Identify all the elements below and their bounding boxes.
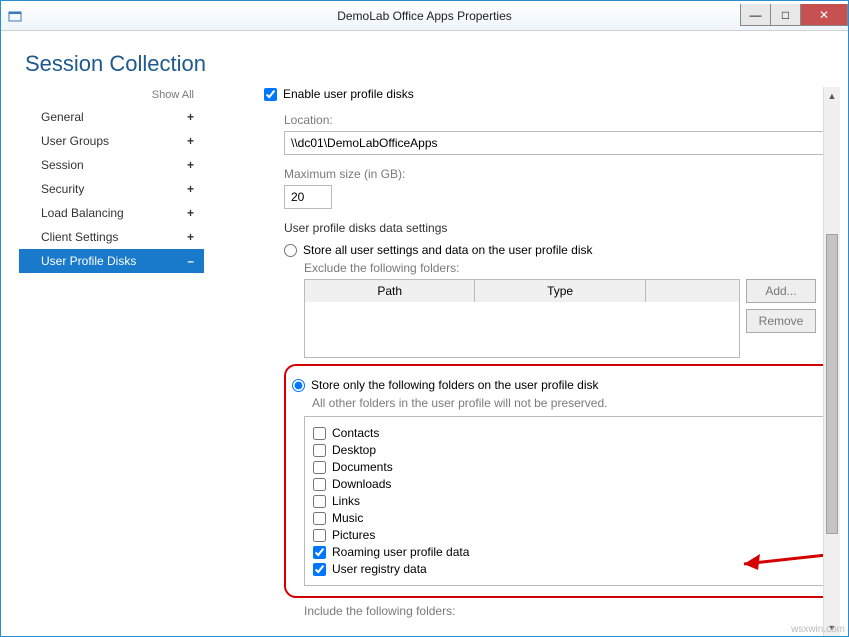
enable-profile-disks-checkbox[interactable] [264,88,277,101]
folder-label[interactable]: Contacts [332,426,379,440]
folder-row: Roaming user profile data [313,545,825,559]
folder-row: Links [313,494,825,508]
col-type[interactable]: Type [475,280,645,302]
folder-row: Music [313,511,825,525]
folder-checkbox-links[interactable] [313,495,326,508]
minimize-button[interactable]: — [740,4,770,26]
location-input[interactable] [284,131,834,155]
window-controls: — □ ✕ [740,5,848,26]
folder-label[interactable]: Roaming user profile data [332,545,469,559]
folder-label[interactable]: User registry data [332,562,427,576]
folder-row: Downloads [313,477,825,491]
max-size-input[interactable] [284,185,332,209]
max-size-label: Maximum size (in GB): [284,167,816,181]
show-all-link[interactable]: Show All [19,87,204,105]
store-only-note: All other folders in the user profile wi… [312,396,840,410]
sidebar-item-label: Security [41,182,84,196]
store-all-label[interactable]: Store all user settings and data on the … [303,243,593,257]
folder-label[interactable]: Downloads [332,477,391,491]
folder-checkbox-music[interactable] [313,512,326,525]
expand-icon: + [187,134,194,148]
window-root: DemoLab Office Apps Properties — □ ✕ Ses… [0,0,849,637]
include-folders-label: Include the following folders: [304,604,816,618]
collapse-icon: – [187,254,194,268]
folder-row: Contacts [313,426,825,440]
sidebar-item-label: Load Balancing [41,206,124,220]
window-icon [7,8,23,24]
expand-icon: + [187,158,194,172]
exclude-table: Path Type [304,279,740,358]
close-button[interactable]: ✕ [800,4,848,26]
window-title: DemoLab Office Apps Properties [1,9,848,23]
sidebar-item-label: General [41,110,84,124]
sidebar-item-security[interactable]: Security + [19,177,204,201]
folder-checkbox-contacts[interactable] [313,427,326,440]
folder-checkbox-documents[interactable] [313,461,326,474]
watermark: wsxwin.com [791,624,845,635]
store-all-radio[interactable] [284,244,297,257]
folder-row: Documents [313,460,825,474]
sidebar-item-label: Client Settings [41,230,118,244]
maximize-button[interactable]: □ [770,4,800,26]
folder-label[interactable]: Documents [332,460,393,474]
remove-button[interactable]: Remove [746,309,816,333]
folder-checkbox-downloads[interactable] [313,478,326,491]
sidebar: Show All General+User Groups+Session+Sec… [19,87,204,636]
sidebar-item-user-profile-disks[interactable]: User Profile Disks – [19,249,204,273]
scroll-thumb[interactable] [826,234,838,534]
store-only-label[interactable]: Store only the following folders on the … [311,378,599,392]
sidebar-item-session[interactable]: Session + [19,153,204,177]
folder-checkbox-desktop[interactable] [313,444,326,457]
col-blank [646,280,739,302]
scroll-up-icon[interactable]: ▲ [824,87,840,104]
folder-label[interactable]: Pictures [332,528,375,542]
sidebar-item-client-settings[interactable]: Client Settings + [19,225,204,249]
highlight-annotation: Store only the following folders on the … [284,364,840,598]
data-settings-header: User profile disks data settings [284,221,816,235]
vertical-scrollbar[interactable]: ▲ ▼ [823,87,840,636]
add-button[interactable]: Add... [746,279,816,303]
folder-row: Desktop [313,443,825,457]
sidebar-item-user-groups[interactable]: User Groups + [19,129,204,153]
expand-icon: + [187,110,194,124]
folder-checkbox-user-registry-data[interactable] [313,563,326,576]
table-body [305,302,739,357]
sidebar-item-label: User Groups [41,134,109,148]
content-panel: Enable user profile disks Location: Maxi… [204,87,840,636]
expand-icon: + [187,206,194,220]
sidebar-item-label: User Profile Disks [41,254,136,268]
location-label: Location: [284,113,816,127]
store-only-radio[interactable] [292,379,305,392]
expand-icon: + [187,182,194,196]
page-title: Session Collection [25,51,840,77]
exclude-folders-label: Exclude the following folders: [304,261,816,275]
col-path[interactable]: Path [305,280,475,302]
folder-label[interactable]: Desktop [332,443,376,457]
sidebar-item-load-balancing[interactable]: Load Balancing + [19,201,204,225]
folder-label[interactable]: Links [332,494,360,508]
folder-list: Contacts Desktop Documents Downloads Links Mu… [304,416,834,586]
titlebar: DemoLab Office Apps Properties — □ ✕ [1,1,848,31]
folder-checkbox-pictures[interactable] [313,529,326,542]
sidebar-item-general[interactable]: General + [19,105,204,129]
folder-row: Pictures [313,528,825,542]
folder-row: User registry data [313,562,825,576]
folder-checkbox-roaming-user-profile-data[interactable] [313,546,326,559]
expand-icon: + [187,230,194,244]
folder-label[interactable]: Music [332,511,363,525]
sidebar-item-label: Session [41,158,84,172]
enable-profile-disks-label[interactable]: Enable user profile disks [283,87,414,101]
